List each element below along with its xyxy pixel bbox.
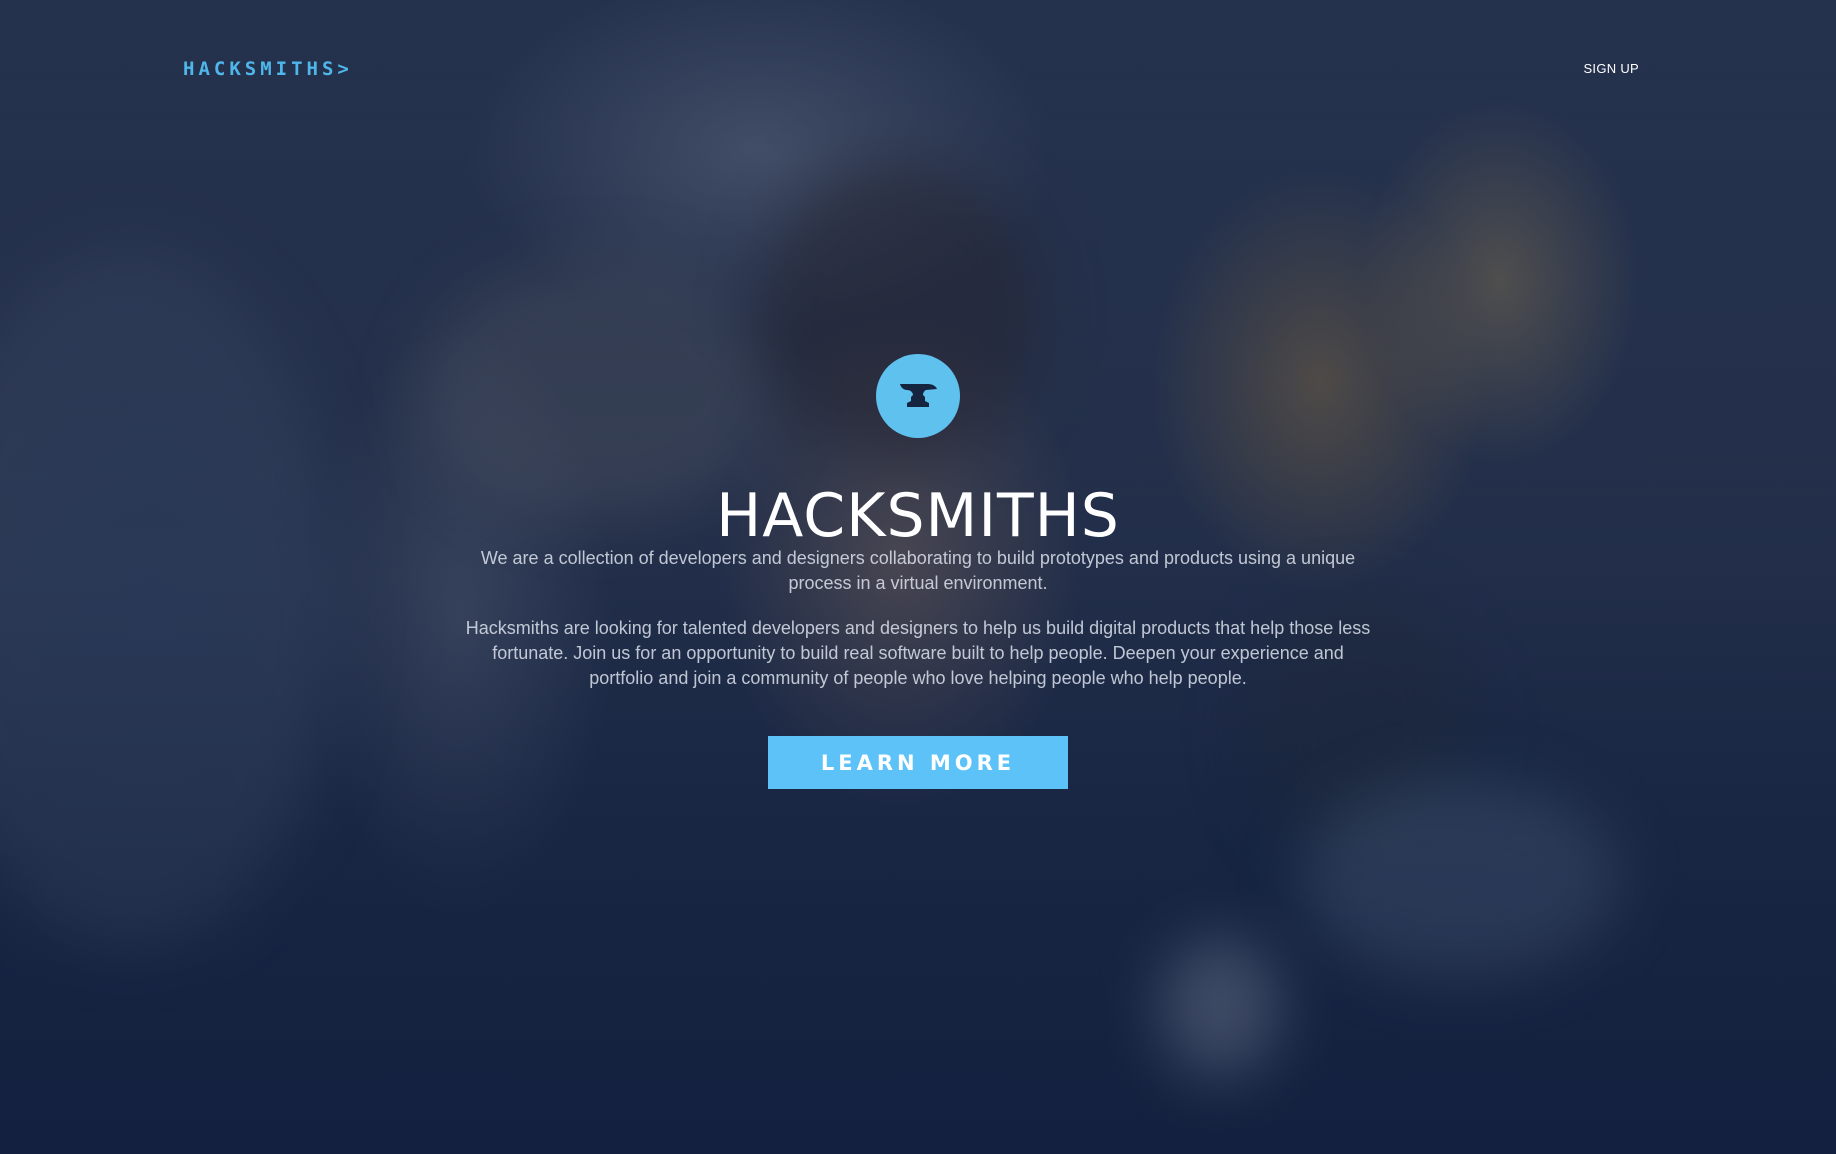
hero-section: HACKSMITHS> SIGN UP HACKSMITHS We are a … <box>0 0 1836 1154</box>
anvil-icon <box>900 384 937 407</box>
anvil-badge <box>876 354 960 438</box>
signup-link[interactable]: SIGN UP <box>1583 61 1639 76</box>
site-logo[interactable]: HACKSMITHS> <box>183 58 353 80</box>
logo-bracket: > <box>337 58 353 80</box>
logo-text: HACKSMITHS <box>183 58 338 80</box>
hero-description: Hacksmiths are looking for talented deve… <box>465 618 1371 688</box>
hero-title: HACKSMITHS <box>716 481 1120 551</box>
hero-intro: We are a collection of developers and de… <box>480 548 1356 593</box>
learn-more-button[interactable]: LEARN MORE <box>768 736 1068 789</box>
